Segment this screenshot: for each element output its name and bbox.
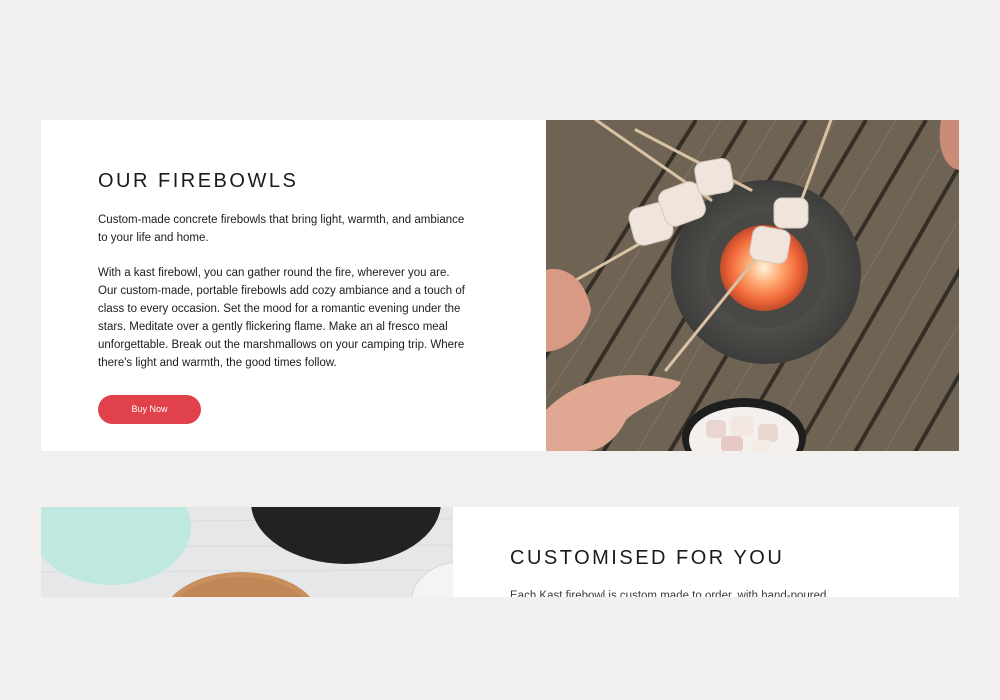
firebowls-section: OUR FIREBOWLS Custom-made concrete fireb…	[41, 120, 959, 451]
buy-now-button[interactable]: Buy Now	[98, 395, 201, 424]
section-intro: Custom-made concrete firebowls that brin…	[98, 214, 465, 244]
firebowl-marshmallows-photo	[546, 120, 959, 451]
section-title: OUR FIREBOWLS	[98, 170, 299, 192]
section-body: With a kast firebowl, you can gather rou…	[98, 267, 465, 369]
customised-text: CUSTOMISED FOR YOU Each Kast firebowl is…	[510, 547, 910, 597]
concrete-coasters-photo	[41, 507, 453, 597]
customised-section: CUSTOMISED FOR YOU Each Kast firebowl is…	[41, 507, 959, 597]
section-title: CUSTOMISED FOR YOU	[510, 547, 785, 569]
firebowls-text: OUR FIREBOWLS Custom-made concrete fireb…	[98, 170, 470, 424]
section-body: Each Kast firebowl is custom made to ord…	[510, 590, 827, 597]
